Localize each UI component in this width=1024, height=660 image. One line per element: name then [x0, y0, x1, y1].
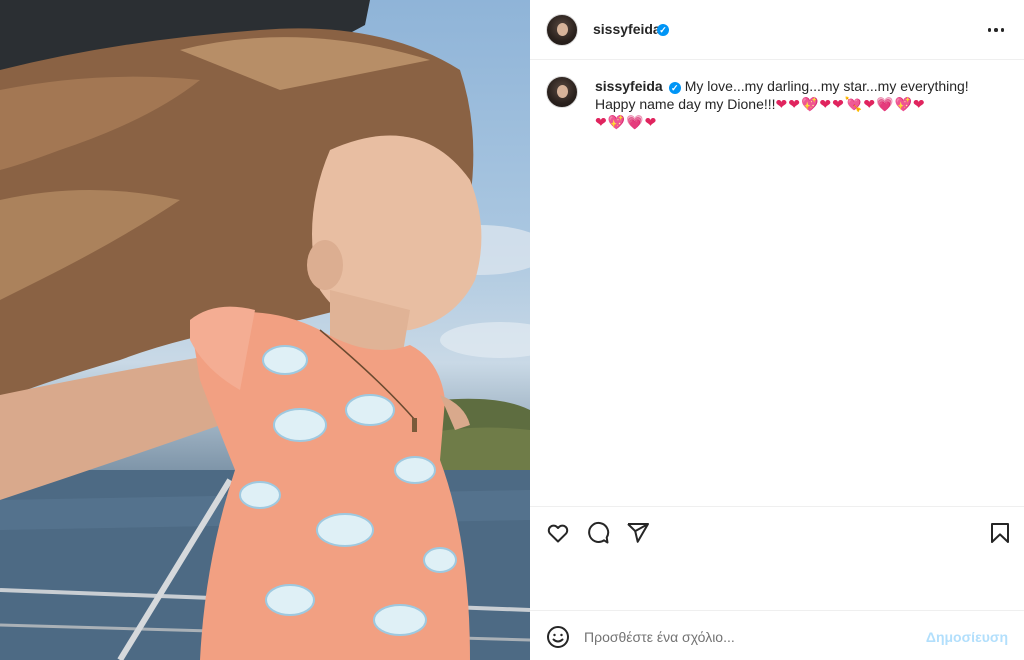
- post-photo[interactable]: [0, 0, 530, 660]
- post-actions-bar: [530, 506, 1024, 558]
- avatar[interactable]: [546, 14, 578, 46]
- bookmark-icon[interactable]: [988, 521, 1012, 545]
- post-header: sissyfeida ✓: [530, 0, 1024, 60]
- caption-line-2: Happy name day my Dione!!!: [595, 96, 776, 112]
- send-icon[interactable]: [626, 521, 650, 545]
- more-options-icon[interactable]: [984, 18, 1008, 42]
- comment-bar: Δημοσίευση: [530, 610, 1024, 660]
- caption-username[interactable]: sissyfeida: [595, 78, 663, 94]
- post-details-panel: sissyfeida ✓ sissyfeida ✓ My love...my dar…: [530, 0, 1024, 660]
- comment-input[interactable]: [584, 625, 914, 649]
- caption-hearts-1: ❤❤💖❤❤💘❤💗💖❤: [775, 96, 926, 112]
- caption-text: sissyfeida ✓ My love...my darling...my sta…: [595, 77, 995, 131]
- caption-verified-badge-icon: ✓: [668, 82, 681, 94]
- comment-icon[interactable]: [586, 521, 610, 545]
- smiley-icon[interactable]: [546, 625, 570, 649]
- verified-badge-icon: ✓: [657, 24, 669, 36]
- caption-area: sissyfeida ✓ My love...my darling...my sta…: [530, 60, 1024, 506]
- post-username[interactable]: sissyfeida: [593, 21, 661, 37]
- caption-line-1: My love...my darling...my star...my ever…: [684, 78, 969, 94]
- caption-avatar[interactable]: [546, 76, 578, 108]
- heart-icon[interactable]: [546, 521, 570, 545]
- girl-on-boat-illustration: [0, 0, 530, 660]
- publish-button[interactable]: Δημοσίευση: [926, 629, 1008, 645]
- caption-hearts-2: ❤💖💗❤: [595, 114, 658, 130]
